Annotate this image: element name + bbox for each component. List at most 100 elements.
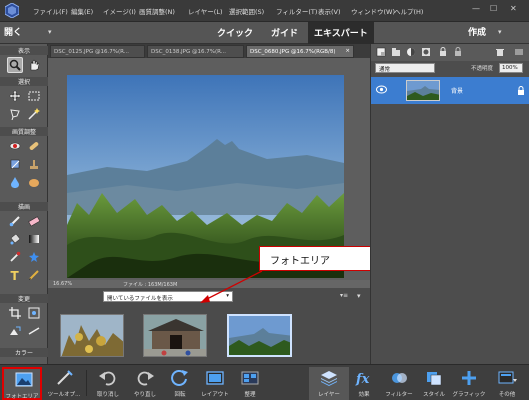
tab-quick[interactable]: クイック — [217, 26, 253, 39]
healing-brush-tool[interactable] — [26, 138, 42, 154]
photo-area-label: フォトエリア — [5, 394, 39, 400]
photo-bin-select[interactable]: 開いているファイルを表示 ▾ — [103, 291, 233, 302]
type-icon: T — [11, 269, 20, 281]
maximize-button[interactable]: ☐ — [490, 4, 497, 13]
create-dropdown-icon[interactable]: ▾ — [498, 28, 502, 36]
chevron-down-icon: ▾ — [226, 293, 229, 299]
stamp-icon — [30, 160, 38, 169]
paint-bucket-icon — [10, 233, 21, 245]
eraser-tool[interactable] — [26, 213, 42, 229]
quick-select-tool[interactable] — [26, 106, 42, 122]
sponge-icon — [29, 179, 39, 187]
bandage-icon — [29, 142, 39, 150]
move-tool[interactable] — [7, 88, 23, 104]
menu-edit[interactable]: 編集(E) — [71, 6, 93, 16]
pencil-tool[interactable] — [26, 267, 42, 283]
layer-row-background[interactable]: 背景 — [371, 77, 529, 104]
brush-tool[interactable] — [7, 213, 23, 229]
document-tab-3[interactable]: DSC_0680.JPG @16.7%(RGB/8) × — [246, 45, 354, 58]
menu-view[interactable]: 表示(V) — [318, 6, 341, 16]
photoshop-elements-window: ファイル(F) 編集(E) イメージ(I) 画質調整(N) レイヤー(L) 選択… — [0, 0, 529, 400]
open-dropdown-icon[interactable]: ▾ — [48, 28, 52, 36]
pencil-icon — [29, 270, 39, 280]
gradient-icon — [29, 235, 39, 243]
blend-mode-select[interactable]: 通常 — [375, 63, 435, 73]
adjustment-layer-icon[interactable] — [406, 47, 416, 57]
menu-window[interactable]: ウィンドウ(W) — [351, 6, 395, 16]
photo-area-button[interactable]: フォトエリア — [2, 367, 42, 400]
document-tab-2[interactable]: DSC_0138.JPG @16.7%(R... — [147, 45, 244, 58]
content-move-icon — [10, 326, 21, 335]
menu-enhance[interactable]: 画質調整(N) — [139, 6, 175, 16]
blur-tool[interactable] — [7, 174, 23, 190]
crop-tool[interactable] — [7, 305, 23, 321]
toolbox-section-color: カラー — [0, 348, 48, 357]
photo-thumbnail-3-selected[interactable] — [227, 314, 292, 357]
straighten-icon — [28, 327, 40, 335]
photo-bin-header: 開いているファイルを表示 ▾ ▾≡ ▾ — [48, 288, 370, 306]
document-tabs: DSC_0125.JPG @16.7%(R... DSC_0138.JPG @1… — [48, 44, 370, 58]
trash-icon[interactable] — [495, 47, 505, 57]
close-window-button[interactable]: ✕ — [510, 4, 517, 13]
sponge-tool[interactable] — [26, 174, 42, 190]
type-tool[interactable]: T — [7, 267, 23, 283]
tool-options-icon — [57, 370, 73, 385]
crop-icon — [9, 307, 21, 319]
menu-select[interactable]: 選択範囲(S) — [229, 6, 264, 16]
photo-thumbnail-1[interactable] — [60, 314, 124, 357]
gradient-tool[interactable] — [26, 231, 42, 247]
visibility-eye-icon[interactable] — [376, 85, 387, 94]
new-group-icon[interactable] — [391, 47, 401, 57]
tool-options-button[interactable]: ツールオプ... — [44, 367, 84, 400]
create-button[interactable]: 作成 — [468, 25, 486, 38]
clone-stamp-tool[interactable] — [26, 156, 42, 172]
paint-bucket-tool[interactable] — [7, 231, 23, 247]
hand-tool[interactable] — [26, 57, 42, 73]
lasso-tool[interactable] — [7, 106, 23, 122]
tab-guided[interactable]: ガイド — [271, 26, 298, 39]
custom-shape-tool[interactable] — [26, 249, 42, 265]
opacity-input[interactable]: 100% — [499, 63, 523, 73]
red-eye-tool[interactable] — [7, 138, 23, 154]
menu-filter[interactable]: フィルター(T) — [276, 6, 317, 16]
document-tab-1[interactable]: DSC_0125.JPG @16.7%(R... — [50, 45, 145, 58]
move-icon — [9, 90, 21, 102]
photo-thumbnail-2[interactable] — [143, 314, 207, 357]
fx-icon: fx — [355, 372, 370, 387]
menu-file[interactable]: ファイル(F) — [33, 6, 68, 16]
layout-icon — [206, 371, 224, 385]
eyedropper-tool[interactable] — [7, 249, 23, 265]
tab-expert[interactable]: エキスパート — [308, 22, 374, 44]
smart-brush-tool[interactable] — [7, 156, 23, 172]
magic-wand-icon — [28, 108, 40, 120]
menu-image[interactable]: イメージ(I) — [103, 6, 136, 16]
marquee-tool[interactable] — [26, 88, 42, 104]
status-bar: 16.67% ファイル : 163M/163M — [48, 280, 370, 288]
content-aware-move-tool[interactable] — [7, 323, 23, 339]
lock-icon[interactable] — [438, 47, 448, 57]
layer-mask-icon[interactable] — [421, 47, 431, 57]
straighten-tool[interactable] — [26, 323, 42, 339]
open-button[interactable]: 開く — [4, 25, 22, 38]
panel-menu-icon[interactable] — [514, 47, 524, 57]
more-button[interactable]: その他 — [487, 367, 527, 400]
styles-icon — [427, 372, 442, 386]
callout-photo-area: フォトエリア — [259, 246, 379, 271]
close-tab-icon[interactable]: × — [345, 48, 350, 54]
lock-all-icon[interactable] — [453, 47, 463, 57]
menu-bar: ファイル(F) 編集(E) イメージ(I) 画質調整(N) レイヤー(L) 選択… — [0, 0, 529, 22]
toolbox-section-modify: 変更 — [0, 294, 48, 303]
menu-layer[interactable]: レイヤー(L) — [188, 6, 223, 16]
minimize-button[interactable]: — — [472, 4, 480, 13]
recompose-tool[interactable] — [26, 305, 42, 321]
layers-icon — [321, 371, 337, 386]
zoom-tool[interactable] — [7, 57, 23, 73]
photo-bin-collapse-icon[interactable]: ▾ — [357, 292, 361, 300]
organizer-label: 整理 — [244, 392, 256, 398]
new-layer-icon[interactable] — [376, 47, 386, 57]
menu-help[interactable]: ヘルプ(H) — [394, 6, 423, 16]
hand-icon — [30, 59, 40, 71]
organizer-button[interactable]: 整理 — [230, 367, 270, 400]
photo-bin-menu-icon[interactable]: ▾≡ — [340, 292, 348, 299]
blend-mode-value: 通常 — [379, 67, 391, 73]
